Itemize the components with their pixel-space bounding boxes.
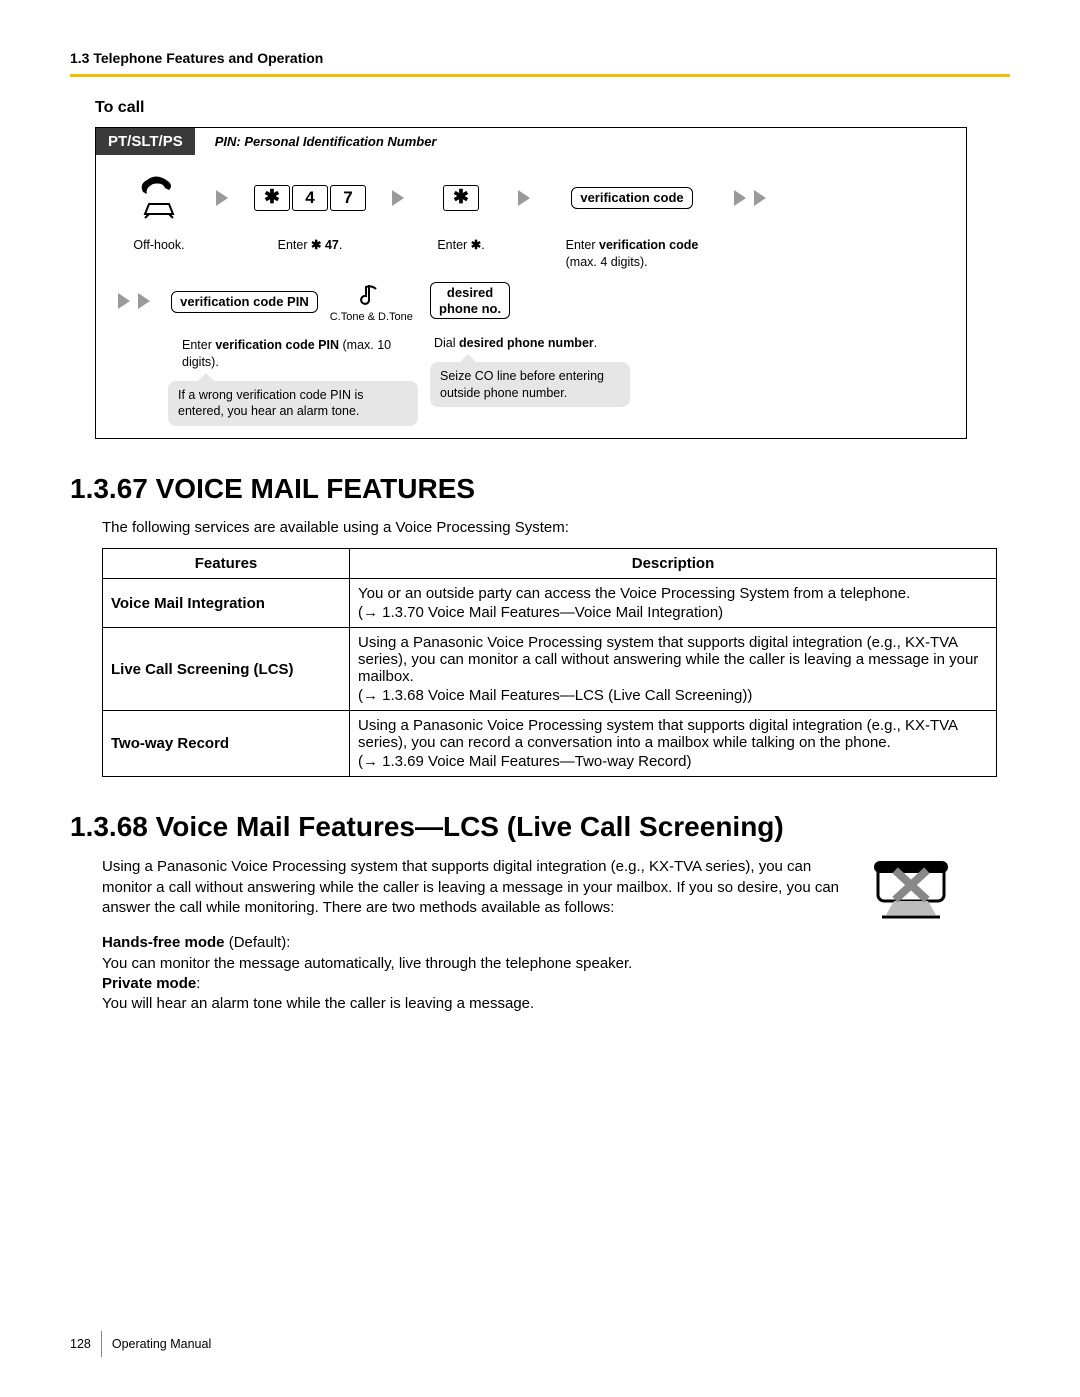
procedure-tag: PT/SLT/PS (96, 128, 195, 155)
th-description: Description (350, 549, 997, 579)
features-table: Features Description Voice Mail Integrat… (102, 548, 997, 777)
key-star: ✱ (254, 185, 290, 211)
pin-note: PIN: Personal Identification Number (215, 134, 437, 149)
verification-code-box: verification code (571, 187, 692, 209)
key-4: 4 (292, 185, 328, 211)
verification-code-pin-box: verification code PIN (171, 291, 318, 313)
dial-caption: Dial desired phone number. (434, 335, 597, 352)
phone-x-icon (872, 857, 950, 927)
section-67-intro: The following services are available usi… (102, 519, 1010, 536)
header-rule (70, 74, 1010, 77)
section-68-body: Using a Panasonic Voice Processing syste… (102, 857, 854, 922)
section-1-3-67-heading: 1.3.67 VOICE MAIL FEATURES (70, 473, 1010, 505)
th-features: Features (103, 549, 350, 579)
to-call-heading: To call (95, 99, 1010, 117)
arrow-icon (216, 190, 228, 206)
double-arrow-icon (730, 190, 770, 206)
page-footer: 128 Operating Manual (70, 1331, 211, 1357)
enter-pin-caption: Enter verification code PIN (max. 10 dig… (182, 337, 422, 371)
arrow-icon (518, 190, 530, 206)
double-arrow-icon (114, 293, 154, 309)
hands-free-mode: Hands-free mode (Default): You can monit… (102, 933, 1010, 974)
desc-twr: Using a Panasonic Voice Processing syste… (350, 711, 997, 777)
enter-47-caption: Enter ✱ 47. (278, 237, 343, 254)
co-line-callout: Seize CO line before entering outside ph… (430, 362, 630, 408)
enter-vcode-caption: Enter verification code (max. 4 digits). (566, 237, 699, 271)
feat-lcs: Live Call Screening (LCS) (103, 628, 350, 711)
private-mode: Private mode: You will hear an alarm ton… (102, 974, 1010, 1015)
feat-twr: Two-way Record (103, 711, 350, 777)
arrow-icon (392, 190, 404, 206)
key-7: 7 (330, 185, 366, 211)
enter-star-caption: Enter ✱. (437, 237, 484, 254)
section-1-3-68-heading: 1.3.68 Voice Mail Features—LCS (Live Cal… (70, 811, 1010, 843)
desc-lcs: Using a Panasonic Voice Processing syste… (350, 628, 997, 711)
desired-phone-box: desiredphone no. (430, 282, 510, 319)
tone-icon (359, 281, 383, 311)
offhook-caption: Off-hook. (133, 237, 184, 254)
tone-label: C.Tone & D.Tone (330, 311, 413, 323)
off-hook-icon (135, 174, 183, 222)
key-star: ✱ (443, 185, 479, 211)
procedure-box: PT/SLT/PS PIN: Personal Identification N… (95, 127, 967, 439)
feat-vmi: Voice Mail Integration (103, 579, 350, 628)
desc-vmi: You or an outside party can access the V… (350, 579, 997, 628)
page-number: 128 (70, 1337, 101, 1351)
doc-title: Operating Manual (112, 1337, 211, 1351)
pin-callout: If a wrong verification code PIN is ente… (168, 381, 418, 427)
section-header: 1.3 Telephone Features and Operation (70, 50, 1010, 66)
